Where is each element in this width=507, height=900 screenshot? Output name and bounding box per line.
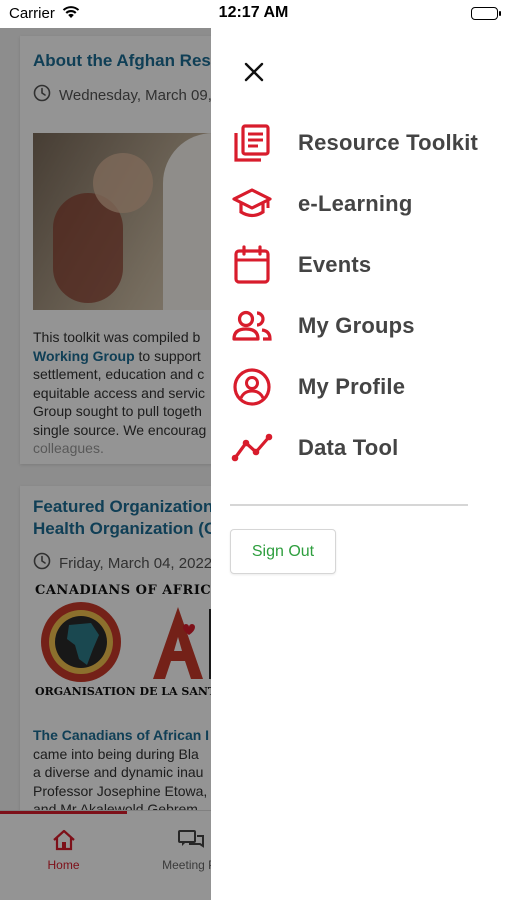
menu-item-label: My Profile <box>298 374 406 399</box>
group-icon <box>231 305 273 347</box>
menu-item-label: e-Learning <box>298 191 413 216</box>
menu-item-my-groups[interactable]: My Groups <box>231 302 491 350</box>
menu-item-e-learning[interactable]: e-Learning <box>231 180 491 228</box>
menu-item-resource-toolkit[interactable]: Resource Toolkit <box>231 119 491 167</box>
menu-item-label: Data Tool <box>298 435 399 460</box>
menu-item-data-tool[interactable]: Data Tool <box>231 424 491 472</box>
profile-icon <box>231 366 273 408</box>
calendar-icon <box>231 244 273 286</box>
close-icon <box>244 62 264 82</box>
menu-item-label: Events <box>298 252 372 277</box>
menu-item-label: Resource Toolkit <box>298 130 479 155</box>
status-bar: Carrier 12:17 AM <box>0 0 507 28</box>
close-button[interactable] <box>240 58 268 86</box>
menu-divider <box>230 504 468 506</box>
line-chart-icon <box>231 427 273 469</box>
battery-icon <box>471 7 501 20</box>
graduation-cap-icon <box>231 183 273 225</box>
sign-out-button[interactable]: Sign Out <box>230 529 336 574</box>
menu-item-events[interactable]: Events <box>231 241 491 289</box>
menu-item-my-profile[interactable]: My Profile <box>231 363 491 411</box>
clock: 12:17 AM <box>218 4 289 21</box>
menu-item-label: My Groups <box>298 313 415 338</box>
document-icon <box>231 122 273 164</box>
side-drawer: Resource Toolkit e-Learning Events My Gr… <box>211 28 507 900</box>
